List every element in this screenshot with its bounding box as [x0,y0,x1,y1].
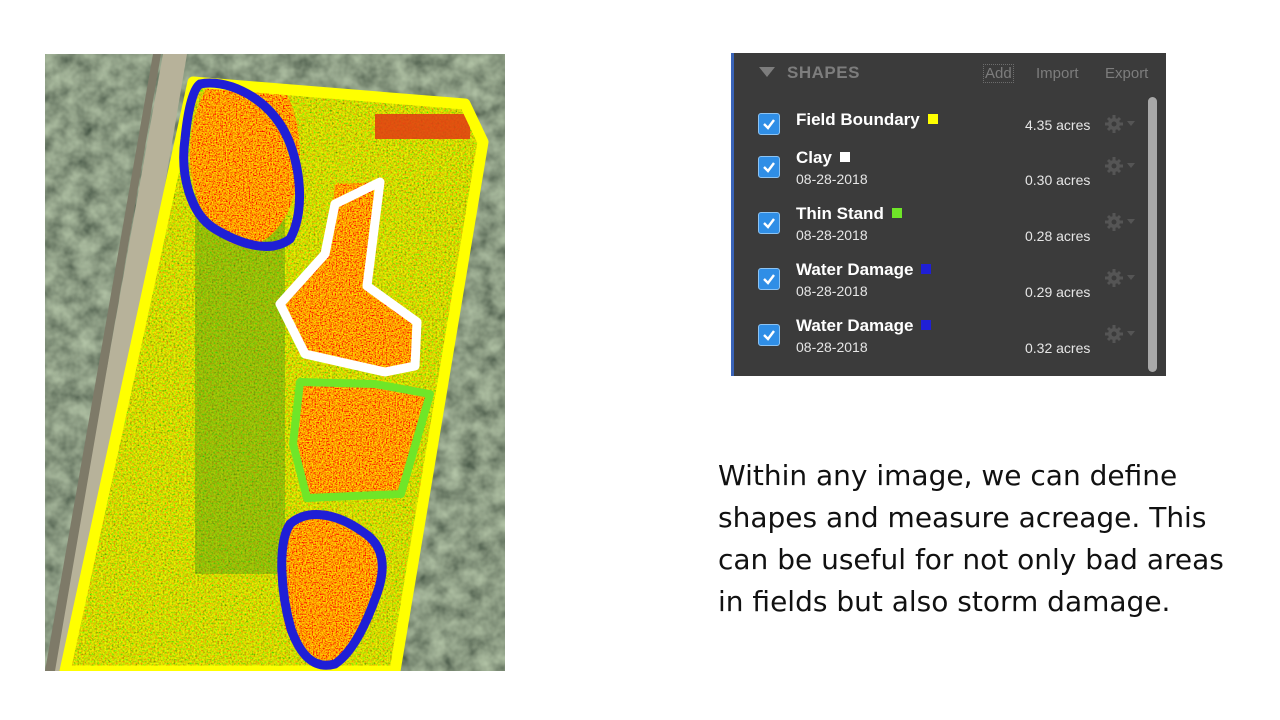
shape-name: Clay [796,148,832,167]
shapes-panel-header: SHAPES Add Import Export [734,53,1166,93]
shape-row[interactable]: Thin Stand 08-28-2018 0.28 acres [734,204,1144,254]
description-text: Within any image, we can define shapes a… [718,459,1224,618]
shape-date: 08-28-2018 [796,227,868,243]
chevron-down-icon[interactable] [1127,219,1135,224]
shape-row[interactable]: Water Damage 08-28-2018 0.29 acres [734,260,1144,310]
gear-icon[interactable] [1104,212,1124,232]
panel-title: SHAPES [787,63,860,82]
checkmark-icon [763,162,775,173]
gear-icon[interactable] [1104,156,1124,176]
shape-acres: 0.32 acres [1025,340,1091,356]
shape-acres: 0.29 acres [1025,284,1091,300]
shape-row[interactable]: Clay 08-28-2018 0.30 acres [734,148,1144,198]
row-checkbox[interactable] [758,268,780,290]
shape-date: 08-28-2018 [796,339,868,355]
shape-row[interactable]: Water Damage 08-28-2018 0.32 acres [734,316,1144,366]
chevron-down-icon[interactable] [1127,163,1135,168]
export-button[interactable]: Export [1105,65,1148,82]
color-swatch [839,152,850,162]
row-checkbox[interactable] [758,156,780,178]
add-button[interactable]: Add [983,64,1014,83]
row-checkbox[interactable] [758,324,780,346]
shape-name: Field Boundary [796,110,920,129]
collapse-triangle-icon[interactable] [759,67,775,77]
color-swatch [921,320,932,330]
checkmark-icon [763,330,775,341]
shape-name: Water Damage [796,260,914,279]
gear-icon[interactable] [1104,268,1124,288]
color-swatch [927,114,938,124]
gear-icon[interactable] [1104,324,1124,344]
shape-date: 08-28-2018 [796,283,868,299]
checkmark-icon [763,218,775,229]
checkmark-icon [763,119,775,130]
shape-name: Water Damage [796,316,914,335]
color-swatch [921,264,932,274]
field-map-image[interactable] [45,54,505,671]
shapes-panel: SHAPES Add Import Export Field Boundary … [731,53,1166,376]
checkmark-icon [763,274,775,285]
chevron-down-icon[interactable] [1127,121,1135,126]
shape-date: 08-28-2018 [796,171,868,187]
import-button[interactable]: Import [1036,65,1079,82]
chevron-down-icon[interactable] [1127,275,1135,280]
scrollbar[interactable] [1148,97,1157,372]
shape-name: Thin Stand [796,204,884,223]
row-checkbox[interactable] [758,113,780,135]
shape-acres: 0.30 acres [1025,172,1091,188]
color-swatch [891,208,902,218]
row-checkbox[interactable] [758,212,780,234]
scrollbar-thumb[interactable] [1148,97,1157,372]
gear-icon[interactable] [1104,114,1124,134]
shape-acres: 4.35 acres [1025,117,1091,133]
shape-acres: 0.28 acres [1025,228,1091,244]
chevron-down-icon[interactable] [1127,331,1135,336]
